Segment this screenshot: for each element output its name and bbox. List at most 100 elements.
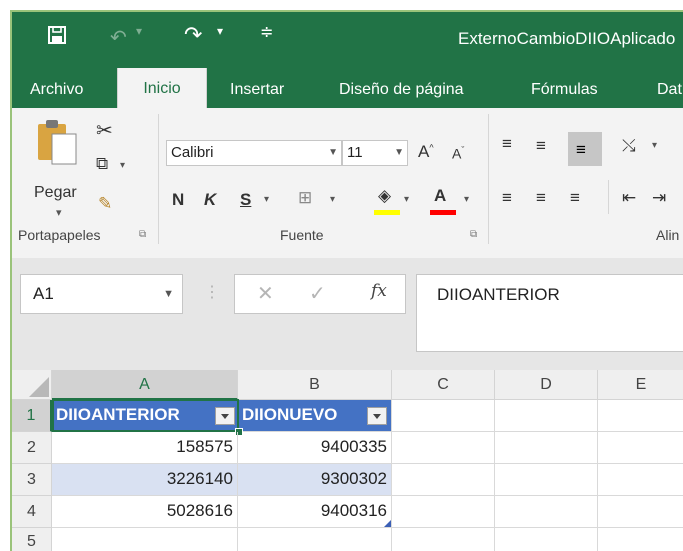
- cell-b2[interactable]: 9400335: [238, 432, 392, 464]
- insert-function-icon[interactable]: fx: [371, 281, 387, 301]
- italic-button[interactable]: K: [204, 190, 216, 210]
- bold-button[interactable]: N: [172, 190, 184, 210]
- tab-formulas[interactable]: Fórmulas: [531, 68, 598, 108]
- undo-dropdown-icon[interactable]: ▾: [136, 24, 142, 38]
- underline-button[interactable]: S: [240, 190, 251, 210]
- column-header-d[interactable]: D: [495, 370, 598, 400]
- paste-label[interactable]: Pegar: [34, 184, 77, 202]
- orientation-icon[interactable]: ⤯: [622, 136, 636, 156]
- name-box[interactable]: A1 ▼: [20, 274, 183, 314]
- align-right-icon[interactable]: ≡: [570, 188, 580, 208]
- save-icon[interactable]: [48, 26, 66, 44]
- row-header-4[interactable]: 4: [12, 496, 52, 528]
- cell-d5[interactable]: [495, 528, 598, 551]
- row-header-2[interactable]: 2: [12, 432, 52, 464]
- copy-icon[interactable]: ⧉: [96, 154, 108, 174]
- cell-c1[interactable]: [392, 400, 495, 432]
- cell-b3[interactable]: 9300302: [238, 464, 392, 496]
- font-color-icon[interactable]: A: [434, 186, 446, 206]
- formula-buttons: ✕ ✓ fx: [234, 274, 406, 314]
- cell-b4[interactable]: 9400316: [238, 496, 392, 528]
- cancel-icon[interactable]: ✕: [257, 281, 274, 306]
- separator: [608, 180, 609, 214]
- chevron-down-icon[interactable]: ▼: [328, 141, 338, 165]
- shrink-font-icon[interactable]: Aˇ: [452, 145, 464, 162]
- align-bottom-button[interactable]: ≡: [568, 132, 602, 166]
- cell-c2[interactable]: [392, 432, 495, 464]
- cell-c3[interactable]: [392, 464, 495, 496]
- cell-b5[interactable]: [238, 528, 392, 551]
- enter-icon[interactable]: ✓: [309, 281, 326, 306]
- chevron-down-icon[interactable]: ▼: [163, 275, 174, 313]
- cell-b1[interactable]: DIIONUEVO: [238, 400, 392, 432]
- font-name-combo[interactable]: Calibri ▼: [166, 140, 342, 166]
- select-all-corner[interactable]: [12, 370, 52, 400]
- cell-d1[interactable]: [495, 400, 598, 432]
- cell-a4[interactable]: 5028616: [52, 496, 238, 528]
- font-color-swatch: [430, 210, 456, 215]
- borders-icon[interactable]: ⊞: [298, 188, 312, 208]
- column-header-a[interactable]: A: [52, 370, 238, 400]
- align-center-icon[interactable]: ≡: [536, 188, 546, 208]
- redo-dropdown-icon[interactable]: ▾: [217, 24, 223, 38]
- customize-qat-icon[interactable]: ≑: [260, 22, 273, 42]
- column-header-b[interactable]: B: [238, 370, 392, 400]
- column-header-e[interactable]: E: [598, 370, 683, 400]
- grow-font-icon[interactable]: A^: [418, 142, 434, 162]
- column-header-c[interactable]: C: [392, 370, 495, 400]
- copy-dropdown-icon[interactable]: ▾: [120, 160, 125, 171]
- chevron-down-icon[interactable]: ▼: [394, 141, 404, 165]
- paste-dropdown-icon[interactable]: ▾: [56, 206, 62, 219]
- fill-color-dropdown-icon[interactable]: ▾: [404, 194, 409, 205]
- align-middle-icon[interactable]: ≡: [536, 136, 546, 156]
- cell-d2[interactable]: [495, 432, 598, 464]
- undo-icon[interactable]: ↶: [110, 25, 127, 50]
- font-name-value: Calibri: [171, 144, 214, 161]
- tab-datos[interactable]: Dat: [657, 68, 682, 108]
- cell-e1[interactable]: [598, 400, 683, 432]
- filter-dropdown-icon[interactable]: [367, 407, 387, 425]
- align-top-icon[interactable]: ≡: [502, 134, 512, 154]
- orientation-dropdown-icon[interactable]: ▾: [652, 140, 657, 151]
- cell-e5[interactable]: [598, 528, 683, 551]
- cell-a3[interactable]: 3226140: [52, 464, 238, 496]
- row-header-3[interactable]: 3: [12, 464, 52, 496]
- clipboard-launcher-icon[interactable]: ⧉: [139, 229, 146, 240]
- group-label-font: Fuente: [280, 227, 324, 243]
- row-header-5[interactable]: 5: [12, 528, 52, 551]
- borders-dropdown-icon[interactable]: ▾: [330, 194, 335, 205]
- table-resize-handle-icon[interactable]: [384, 520, 391, 527]
- cell-e4[interactable]: [598, 496, 683, 528]
- active-cell-outline: [52, 399, 239, 432]
- fill-color-icon[interactable]: ◈: [378, 186, 391, 206]
- cell-e2[interactable]: [598, 432, 683, 464]
- align-left-icon[interactable]: ≡: [502, 188, 512, 208]
- increase-indent-icon[interactable]: ⇥: [652, 188, 666, 208]
- decrease-indent-icon[interactable]: ⇤: [622, 188, 636, 208]
- tab-diseno-pagina[interactable]: Diseño de página: [339, 68, 464, 108]
- corner-triangle-icon: [29, 377, 49, 397]
- formula-input[interactable]: DIIOANTERIOR: [416, 274, 683, 352]
- cell-c5[interactable]: [392, 528, 495, 551]
- document-title: ExternoCambioDIIOAplicado: [458, 29, 676, 48]
- cell-a2[interactable]: 158575: [52, 432, 238, 464]
- splitter-dots-icon[interactable]: ⋮: [204, 282, 220, 302]
- underline-dropdown-icon[interactable]: ▾: [264, 194, 269, 205]
- cell-a5[interactable]: [52, 528, 238, 551]
- cell-e3[interactable]: [598, 464, 683, 496]
- redo-icon[interactable]: ↷: [184, 22, 202, 48]
- font-color-dropdown-icon[interactable]: ▾: [464, 194, 469, 205]
- paste-icon[interactable]: [36, 118, 80, 166]
- row-header-1[interactable]: 1: [12, 400, 52, 432]
- cell-d4[interactable]: [495, 496, 598, 528]
- cut-icon[interactable]: ✂: [96, 118, 113, 143]
- font-launcher-icon[interactable]: ⧉: [470, 229, 477, 240]
- cell-c4[interactable]: [392, 496, 495, 528]
- tab-inicio[interactable]: Inicio: [117, 68, 207, 108]
- tab-insertar[interactable]: Insertar: [230, 68, 284, 108]
- cell-d3[interactable]: [495, 464, 598, 496]
- format-painter-icon[interactable]: ✎: [98, 194, 112, 214]
- tab-archivo[interactable]: Archivo: [30, 68, 83, 108]
- font-size-combo[interactable]: 11 ▼: [342, 140, 408, 166]
- ribbon: Pegar ▾ ✂ ⧉ ▾ ✎ Portapapeles ⧉ Calibri ▼…: [12, 108, 683, 259]
